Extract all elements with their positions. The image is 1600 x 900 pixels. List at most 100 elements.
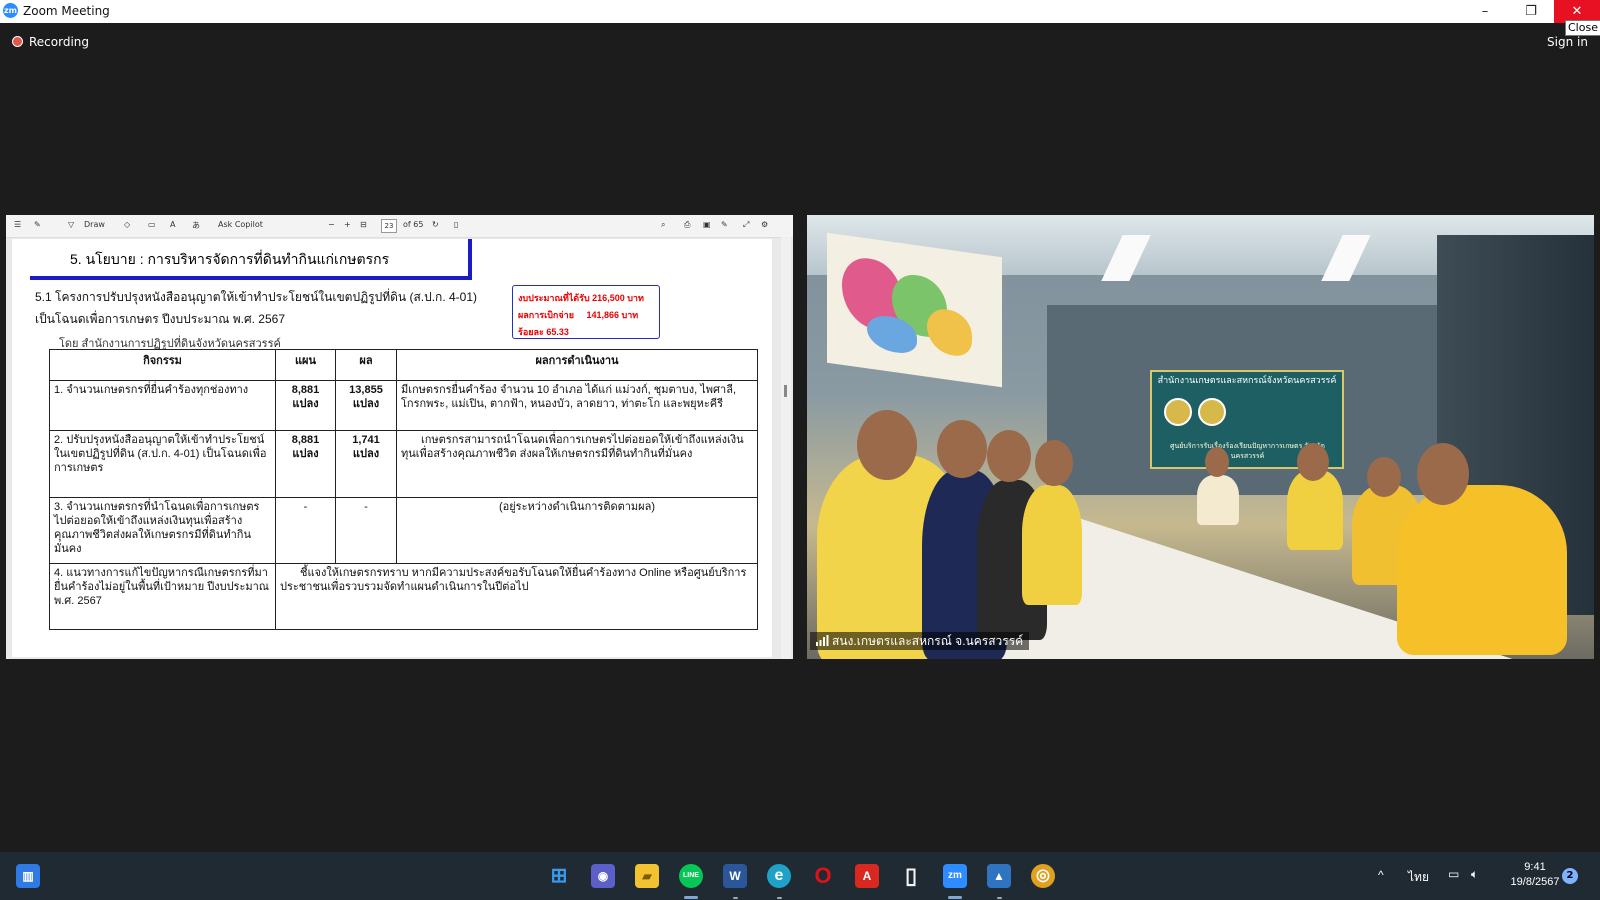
zoom-out-button[interactable]: −	[328, 220, 335, 229]
plan-cell: 8,881 แปลง	[275, 430, 336, 498]
recording-indicator[interactable]: Recording	[12, 35, 89, 49]
seal-logo-icon	[1164, 398, 1192, 426]
acrobat-icon[interactable]: A	[855, 864, 879, 888]
outcome-cell: (อยู่ระหว่างดำเนินการติดตามผล)	[396, 497, 758, 564]
slide-heading: 5. นโยบาย : การบริหารจัดการที่ดินทำกินแก…	[70, 251, 390, 267]
taskbar: ▥ ⊞ ◉ ▰ LINE W e O A ▯ zm ▲ ◎ ^ ไทย ▭ 🔈︎…	[0, 852, 1600, 900]
input-language-indicator[interactable]: ไทย	[1408, 868, 1429, 887]
word-icon[interactable]: W	[723, 864, 747, 888]
result-cell: -	[335, 497, 397, 564]
page-view-icon[interactable]: ▯	[454, 220, 458, 229]
participant-video[interactable]: สำนักงานเกษตรและสหกรณ์จังหวัดนครสวรรค์ ศ…	[807, 215, 1594, 659]
table-header-row: กิจกรรม แผน ผล ผลการดำเนินงาน	[49, 349, 758, 381]
participant-person	[1397, 485, 1567, 655]
budget-box: งบประมาณที่ได้รับ 216,500 บาท ผลการเบิกจ…	[512, 285, 660, 339]
project-title-line-1: 5.1 โครงการปรับปรุงหนังสืออนุญาตให้เข้าท…	[35, 290, 477, 304]
rotate-icon[interactable]: ↻	[432, 220, 439, 229]
outcome-cell: มีเกษตรกรยื่นคำร้อง จำนวน 10 อำเภอ ได้แก…	[396, 380, 758, 431]
zoom-logo-icon: zm	[3, 3, 18, 18]
pdf-page: 5. นโยบาย : การบริหารจัดการที่ดินทำกินแก…	[12, 239, 772, 657]
title-bar: zm Zoom Meeting – ❐ ✕	[0, 0, 1600, 23]
banner-title: สำนักงานเกษตรและสหกรณ์จังหวัดนครสวรรค์	[1157, 375, 1337, 385]
outcome-cell: เกษตรกรสามารถนำโฉนดเพื่อการเกษตรไปต่อยอด…	[396, 430, 758, 498]
participant-person	[1197, 475, 1239, 525]
contents-icon[interactable]: ☰	[14, 220, 21, 229]
open-app-indicator	[733, 897, 738, 899]
column-header: แผน	[275, 349, 336, 381]
window-title: Zoom Meeting	[23, 4, 110, 18]
translate-icon[interactable]: あ	[192, 220, 200, 231]
seal-logo-icon	[1198, 398, 1226, 426]
fullscreen-icon[interactable]: ⤢	[743, 220, 749, 230]
chrome-browser-icon[interactable]: ◎	[1031, 864, 1055, 888]
active-app-indicator	[684, 896, 698, 899]
participant-head	[1205, 447, 1229, 477]
draw-icon[interactable]: ▽	[68, 220, 74, 229]
activity-cell: 3. จำนวนเกษตรกรที่นำโฉนดเพื่อการเกษตรไปต…	[49, 497, 276, 564]
ask-copilot-button[interactable]: Ask Copilot	[218, 220, 263, 229]
budget-disbursed: ผลการเบิกจ่าย 141,866 บาท	[518, 310, 639, 320]
participant-head	[1297, 443, 1329, 481]
print-icon[interactable]: ⎙	[684, 220, 690, 230]
task-view-icon[interactable]: ▥	[16, 864, 40, 888]
table-row: 4. แนวทางการแก้ไขปัญหากรณีเกษตรกรที่มายื…	[49, 563, 758, 630]
save-icon[interactable]: ▣	[703, 220, 711, 229]
active-app-indicator	[948, 896, 962, 899]
activity-table: กิจกรรม แผน ผล ผลการดำเนินงาน 1. จำนวนเก…	[49, 349, 758, 630]
photos-icon[interactable]: ▲	[987, 864, 1011, 888]
meet-icon[interactable]: ◉	[591, 864, 615, 888]
highlight-icon[interactable]: ✎	[34, 220, 41, 229]
record-icon	[12, 36, 23, 47]
zoom-app-icon[interactable]: zm	[943, 864, 967, 888]
activity-cell: 4. แนวทางการแก้ไขปัญหากรณีเกษตรกรที่มายื…	[49, 563, 276, 630]
network-icon[interactable]: ▭	[1448, 867, 1459, 881]
open-app-indicator	[777, 897, 782, 899]
restore-button[interactable]: ❐	[1508, 0, 1554, 23]
volume-icon[interactable]: 🔈︎	[1471, 867, 1478, 882]
search-icon[interactable]: ⌕	[661, 220, 665, 230]
line-app-icon[interactable]: LINE	[679, 864, 703, 888]
notification-badge[interactable]: 2	[1562, 868, 1578, 884]
scrollbar-thumb[interactable]	[784, 385, 787, 397]
system-clock[interactable]: 9:41 19/8/2567	[1500, 860, 1570, 890]
outcome-cell: ชี้แจงให้เกษตรกรทราบ หากมีความประสงค์ขอร…	[275, 563, 758, 630]
slide-heading-box: 5. นโยบาย : การบริหารจัดการที่ดินทำกินแก…	[30, 239, 472, 280]
column-header: ผล	[335, 349, 397, 381]
page-total: of 65	[403, 220, 424, 229]
budget-received: งบประมาณที่ได้รับ 216,500 บาท	[518, 293, 644, 303]
fit-page-icon[interactable]: ⊟	[360, 220, 367, 229]
opera-browser-icon[interactable]: O	[811, 864, 835, 888]
file-explorer-icon[interactable]: ▰	[635, 864, 659, 888]
zoom-in-button[interactable]: +	[344, 220, 351, 229]
participant-head	[1035, 440, 1073, 486]
page-number-input[interactable]: 23	[381, 219, 397, 233]
participant-head	[937, 420, 987, 478]
draw-label[interactable]: Draw	[84, 220, 105, 229]
read-aloud-icon[interactable]: A	[170, 220, 175, 229]
pdf-scrollbar[interactable]	[781, 237, 791, 659]
activity-cell: 1. จำนวนเกษตรกรที่ยื่นคำร้องทุกช่องทาง	[49, 380, 276, 431]
budget-percent: ร้อยละ 65.33	[518, 327, 569, 337]
start-button-icon[interactable]: ⊞	[547, 864, 571, 888]
minimize-button[interactable]: –	[1462, 0, 1508, 23]
save-as-icon[interactable]: ✎	[721, 220, 728, 229]
sign-in-link[interactable]: Sign in	[1547, 35, 1588, 49]
close-tooltip: Close	[1565, 20, 1600, 36]
table-row: 1. จำนวนเกษตรกรที่ยื่นคำร้องทุกช่องทาง 8…	[49, 380, 758, 431]
tray-overflow-chevron-icon[interactable]: ^	[1378, 868, 1384, 882]
plan-cell: 8,881 แปลง	[275, 380, 336, 431]
document-icon[interactable]: ▯	[899, 864, 923, 888]
activity-cell: 2. ปรับปรุงหนังสืออนุญาตให้เข้าทำประโยชน…	[49, 430, 276, 498]
edge-browser-icon[interactable]: e	[767, 864, 791, 888]
column-header: กิจกรรม	[49, 349, 276, 381]
eraser-icon[interactable]: ◇	[124, 220, 130, 229]
result-cell: 13,855 แปลง	[335, 380, 397, 431]
text-box-icon[interactable]: ▭	[148, 220, 156, 229]
participant-person	[1287, 470, 1343, 550]
recording-label: Recording	[29, 35, 90, 49]
participant-head	[857, 410, 917, 480]
participant-name-label: สนง.เกษตรและสหกรณ์ จ.นครสวรรค์	[810, 632, 1030, 650]
participant-head	[987, 430, 1031, 482]
settings-gear-icon[interactable]: ⚙	[761, 220, 768, 229]
column-header: ผลการดำเนินงาน	[396, 349, 758, 381]
